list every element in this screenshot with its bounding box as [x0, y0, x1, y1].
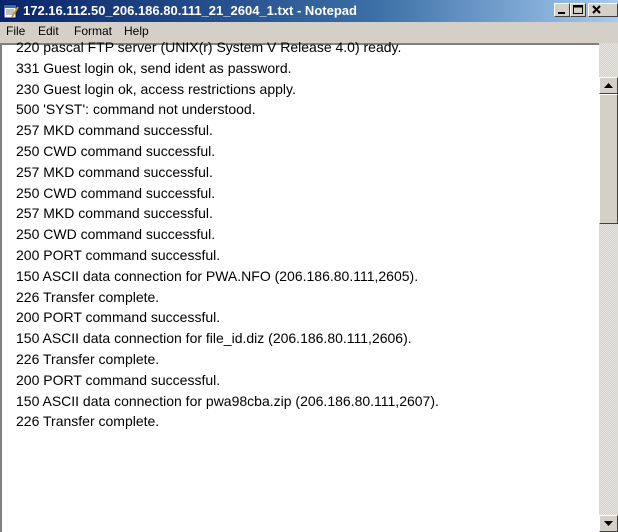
window-title: 172.16.112.50_206.186.80.111_21_2604_1.t…: [23, 3, 357, 18]
scroll-thumb[interactable]: [599, 94, 618, 224]
text-line: 200 PORT command successful.: [16, 309, 221, 326]
arrow-down-icon: [604, 521, 613, 526]
text-line: 250 CWD command successful.: [16, 184, 216, 201]
text-line: 150 ASCII data connection for pwa98cba.z…: [16, 392, 439, 409]
text-line: 150 ASCII data connection for PWA.NFO (2…: [16, 267, 419, 284]
text-line: 226 Transfer complete.: [16, 288, 160, 305]
arrow-up-icon: [604, 83, 613, 88]
text-line: 200 PORT command successful.: [16, 371, 221, 388]
scroll-down-button[interactable]: [599, 515, 618, 532]
close-button[interactable]: [588, 3, 618, 17]
text-line: 226 Transfer complete.: [16, 413, 160, 430]
maximize-icon: [573, 5, 583, 14]
minimize-button[interactable]: [554, 3, 570, 17]
maximize-button[interactable]: [570, 3, 586, 17]
scroll-up-button[interactable]: [599, 77, 618, 94]
text-line: 230 Guest login ok, access restrictions …: [16, 80, 296, 97]
notepad-icon[interactable]: [3, 3, 19, 19]
text-line: 257 MKD command successful.: [16, 205, 213, 222]
text-line: 257 MKD command successful.: [16, 122, 213, 139]
minimize-icon: [558, 12, 565, 14]
text-line: 220 pascal FTP server (UNIX(r) System V …: [16, 39, 402, 55]
text-line: 250 CWD command successful.: [16, 142, 216, 159]
text-line: 226 Transfer complete.: [16, 350, 160, 367]
text-line: 250 CWD command successful.: [16, 226, 216, 243]
text-line: 331 Guest login ok, send ident as passwo…: [16, 59, 292, 76]
text-line: 257 MKD command successful.: [16, 163, 213, 180]
text-line: 200 PORT command successful.: [16, 246, 221, 263]
text-line: 150 ASCII data connection for file_id.di…: [16, 330, 412, 347]
notepad-window: 172.16.112.50_206.186.80.111_21_2604_1.t…: [0, 0, 618, 532]
text-line: 500 'SYST': command not understood.: [16, 101, 256, 118]
title-bar[interactable]: 172.16.112.50_206.186.80.111_21_2604_1.t…: [0, 0, 618, 22]
close-icon: [592, 5, 601, 14]
document-text[interactable]: 220 pascal FTP server (UNIX(r) System V …: [16, 37, 439, 432]
vertical-scrollbar[interactable]: [599, 43, 618, 532]
